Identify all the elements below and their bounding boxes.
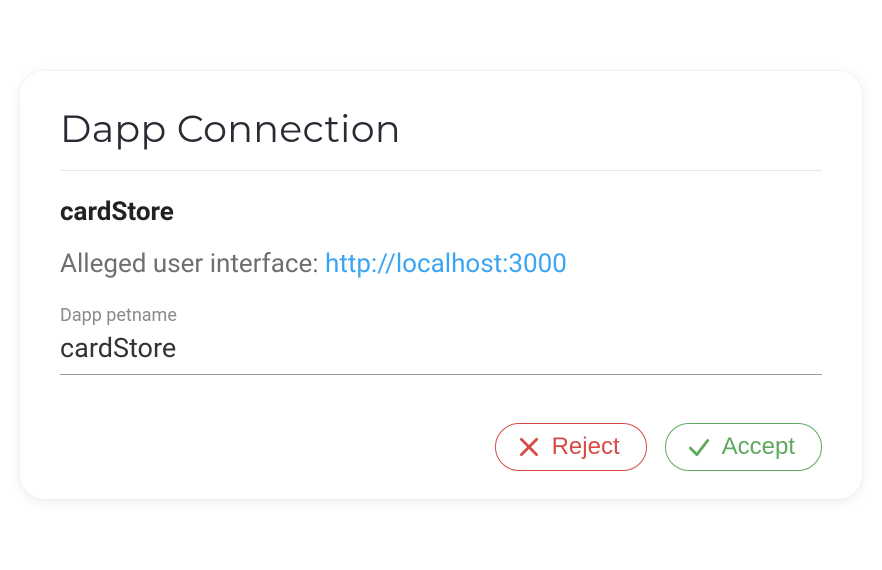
check-icon (686, 434, 712, 460)
reject-button-label: Reject (552, 435, 620, 459)
alleged-ui-line: Alleged user interface: http://localhost… (60, 249, 822, 279)
alleged-ui-prefix: Alleged user interface: (60, 249, 325, 279)
petname-label: Dapp petname (60, 305, 822, 326)
accept-button[interactable]: Accept (665, 423, 822, 471)
alleged-ui-url[interactable]: http://localhost:3000 (325, 249, 567, 279)
actions-row: Reject Accept (60, 423, 822, 471)
divider (60, 170, 822, 171)
petname-input[interactable] (60, 328, 822, 375)
reject-button[interactable]: Reject (495, 423, 647, 471)
close-icon (516, 434, 542, 460)
dapp-connection-card: Dapp Connection cardStore Alleged user i… (20, 71, 862, 499)
card-title: Dapp Connection (60, 105, 822, 152)
accept-button-label: Accept (722, 435, 795, 459)
dapp-name: cardStore (60, 197, 822, 227)
